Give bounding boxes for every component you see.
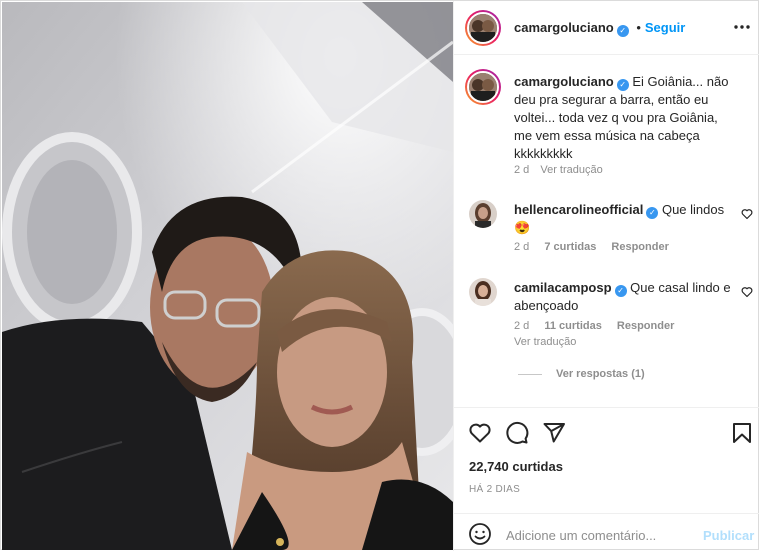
- avatar-photo-icon: [469, 73, 497, 101]
- caption-text: camargoluciano ✓ Ei Goiânia... não deu pr…: [514, 73, 754, 163]
- post-date[interactable]: HÁ 2 DIAS: [469, 484, 520, 495]
- caption-line-2: deu pra segurar a barra, então eu: [514, 92, 709, 107]
- caption-time[interactable]: 2 d: [514, 164, 529, 176]
- verified-badge-icon: ✓: [614, 285, 627, 297]
- comment-1-likes[interactable]: 7 curtidas: [544, 241, 596, 253]
- comment-2-likes[interactable]: 11 curtidas: [544, 320, 601, 332]
- follow-button[interactable]: Seguir: [645, 20, 685, 35]
- author-avatar[interactable]: [465, 10, 501, 46]
- comment-1-time[interactable]: 2 d: [514, 241, 529, 253]
- view-replies-label: Ver respostas (1): [556, 368, 645, 380]
- comment-input[interactable]: Adicione um comentário...: [506, 528, 656, 543]
- comment-2-meta: 2 d 11 curtidas Responder: [514, 320, 674, 332]
- separator-dot: •: [636, 20, 641, 35]
- post-dialog: camargoluciano ✓ • Seguir camargoluciano ✓ …: [0, 0, 759, 551]
- caption-translate-link[interactable]: Ver tradução: [540, 164, 602, 176]
- verified-badge-icon: ✓: [616, 25, 629, 37]
- selfie-image: [2, 2, 453, 550]
- comment-icon[interactable]: [505, 421, 529, 445]
- post-header: camargoluciano ✓ • Seguir: [454, 1, 759, 55]
- more-horizontal-icon[interactable]: [732, 19, 752, 35]
- comment-1-username[interactable]: hellencarolineofficial: [514, 202, 643, 217]
- avatar-photo-icon: [469, 200, 497, 228]
- comment-1-meta: 2 d 7 curtidas Responder: [514, 241, 669, 253]
- avatar-photo-icon: [469, 14, 497, 42]
- comment-1-emoji: 😍: [514, 220, 531, 235]
- post-panel: camargoluciano ✓ • Seguir camargoluciano ✓ …: [453, 1, 759, 551]
- verified-badge-icon: ✓: [646, 207, 659, 219]
- caption-line-4: me vem essa música na cabeça: [514, 128, 700, 143]
- comment-2-heart-icon[interactable]: [741, 286, 753, 298]
- comment-2-reply-button[interactable]: Responder: [617, 320, 674, 332]
- add-comment-bar: Adicione um comentário... Publicar: [454, 513, 759, 551]
- caption-meta: 2 d Ver tradução: [514, 164, 603, 176]
- comment-2: camilacamposp ✓ Que casal lindo e abençoa…: [514, 279, 734, 315]
- comment-2-text-line-2: abençoado: [514, 298, 579, 313]
- comment-2-translate-link[interactable]: Ver tradução: [514, 336, 576, 348]
- likes-count[interactable]: 22,740 curtidas: [469, 459, 563, 474]
- post-photo[interactable]: [2, 2, 453, 550]
- view-replies-button[interactable]: Ver respostas (1): [518, 368, 645, 380]
- comment-2-username[interactable]: camilacamposp: [514, 280, 612, 295]
- comment-1-heart-icon[interactable]: [741, 208, 753, 220]
- commenter-avatar[interactable]: [469, 278, 497, 306]
- comment-1-text: Que lindos: [661, 202, 725, 217]
- comment-2-text-line-1: Que casal lindo e: [630, 280, 731, 295]
- author-username[interactable]: camargoluciano: [514, 20, 614, 35]
- replies-line: [518, 373, 542, 375]
- share-icon[interactable]: [542, 421, 566, 445]
- caption-line-3: voltei... toda vez q vou pra Goiânia,: [514, 110, 718, 125]
- verified-badge-icon: ✓: [616, 79, 629, 91]
- caption-line-5: kkkkkkkkk: [514, 146, 573, 161]
- publish-button[interactable]: Publicar: [703, 528, 754, 543]
- commenter-avatar[interactable]: [469, 200, 497, 228]
- comment-2-time[interactable]: 2 d: [514, 320, 529, 332]
- caption-line-1: Ei Goiânia... não: [632, 74, 729, 89]
- emoji-icon[interactable]: [468, 522, 492, 546]
- caption-username[interactable]: camargoluciano: [514, 74, 614, 89]
- avatar-photo-icon: [469, 278, 497, 306]
- comment-1: hellencarolineofficial ✓ Que lindos 😍: [514, 201, 734, 237]
- caption-avatar[interactable]: [465, 69, 501, 105]
- comment-1-reply-button[interactable]: Responder: [611, 241, 668, 253]
- heart-icon[interactable]: [468, 421, 492, 445]
- post-actions: 22,740 curtidas HÁ 2 DIAS: [454, 407, 759, 513]
- bookmark-icon[interactable]: [730, 421, 754, 445]
